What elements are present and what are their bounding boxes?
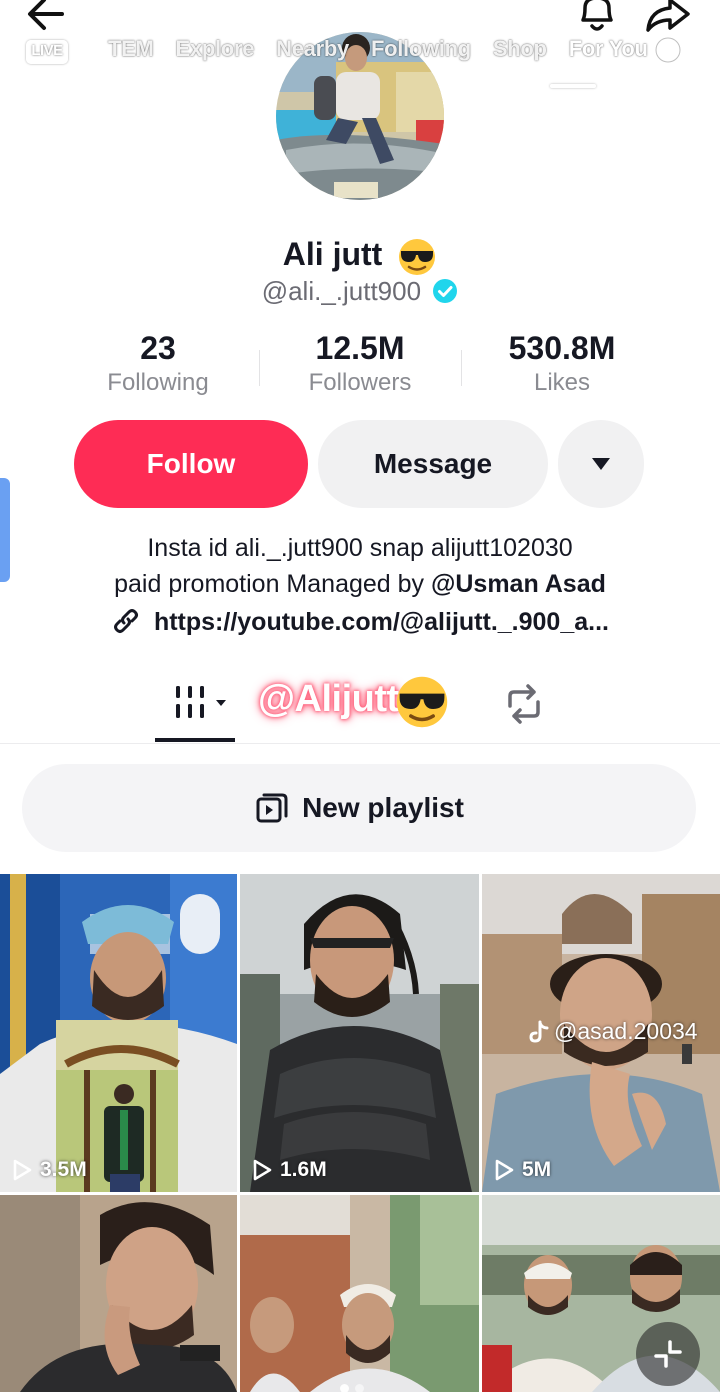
stat-label: Following — [107, 369, 209, 396]
stat-likes[interactable]: 530.8M Likes — [462, 330, 662, 397]
tab-tem[interactable]: TEM — [108, 36, 154, 70]
video-grid: 3.5M 1.6M 5M — [0, 874, 720, 1392]
link-icon — [114, 609, 138, 634]
playlist-icon — [256, 793, 288, 823]
stat-followers[interactable]: 12.5M Followers — [260, 330, 460, 397]
suggested-accounts-button[interactable] — [558, 420, 644, 508]
caret-down-icon — [592, 458, 610, 470]
verified-badge-icon — [433, 279, 458, 304]
play-icon — [13, 1159, 32, 1181]
tab-explore[interactable]: Explore — [176, 36, 255, 70]
stat-following[interactable]: 23 Following — [58, 330, 258, 397]
view-count: 3.5M — [12, 1158, 87, 1182]
new-playlist-button[interactable]: New playlist — [22, 764, 696, 852]
bell-icon[interactable] — [574, 0, 620, 38]
video-thumbnail[interactable] — [0, 1195, 237, 1392]
bio-link-row[interactable]: https://youtube.com/@alijutt._.900_a... — [0, 608, 720, 638]
bio-mention-link[interactable]: @Usman Asad — [431, 570, 606, 598]
sunglasses-emoji-icon — [396, 676, 448, 728]
stat-label: Followers — [308, 369, 412, 396]
creator-watermark-text: @Alijutt — [258, 678, 399, 720]
search-icon[interactable] — [650, 32, 692, 74]
top-nav: LIVE TEM Explore Nearby Following Shop F… — [0, 0, 720, 100]
view-count-text: 1.6M — [280, 1158, 327, 1181]
repost-tab-icon[interactable] — [500, 682, 548, 726]
follow-button[interactable]: Follow — [74, 420, 308, 508]
tab-following[interactable]: Following — [371, 36, 471, 70]
tab-for-you[interactable]: For You — [569, 36, 648, 70]
active-tab-indicator — [550, 84, 596, 88]
stat-label: Likes — [533, 369, 591, 396]
bio-link-text[interactable]: https://youtube.com/@alijutt._.900_a... — [154, 608, 609, 636]
play-icon — [495, 1159, 514, 1181]
live-button[interactable]: LIVE — [24, 34, 70, 68]
tiktok-logo-icon — [529, 1020, 549, 1043]
play-icon — [253, 1159, 272, 1181]
bio-line-2: paid promotion Managed by @Usman Asad — [0, 566, 720, 602]
profile-stats: 23 Following 12.5M Followers 530.8M Like… — [0, 330, 720, 410]
stat-value: 23 — [140, 330, 176, 366]
profile-handle: @ali._.jutt900 — [261, 276, 422, 306]
share-icon[interactable] — [644, 0, 692, 36]
stat-value: 12.5M — [315, 330, 405, 366]
video-thumbnail[interactable]: 3.5M — [0, 874, 237, 1192]
bio-line-1: Insta id ali._.jutt900 snap alijutt10203… — [147, 534, 573, 562]
message-button[interactable]: Message — [318, 420, 548, 508]
collapse-icon — [654, 1340, 682, 1368]
tiktok-watermark: @asad.20034 — [528, 1018, 698, 1045]
page-dot — [355, 1384, 364, 1392]
active-content-tab-indicator — [155, 738, 235, 742]
bio-line-2-text: paid promotion Managed by — [114, 570, 431, 598]
tab-nearby[interactable]: Nearby — [276, 36, 349, 70]
bio: Insta id ali._.jutt900 snap alijutt10203… — [0, 530, 720, 602]
view-count: 5M — [494, 1158, 551, 1182]
minimize-button[interactable] — [636, 1322, 700, 1386]
tiktok-watermark-text: @asad.20034 — [554, 1018, 698, 1044]
page-dot-active — [340, 1384, 349, 1392]
view-count: 1.6M — [252, 1158, 327, 1182]
content-tabs: @Alijutt — [0, 664, 720, 744]
profile-name-text: Ali jutt — [282, 236, 383, 272]
videos-grid-tab-icon[interactable] — [170, 682, 234, 726]
new-playlist-label: New playlist — [302, 792, 464, 823]
back-arrow-icon[interactable] — [22, 0, 70, 36]
video-thumbnail[interactable]: 1.6M — [240, 874, 479, 1192]
profile-name: Ali jutt — [0, 236, 720, 277]
stat-value: 530.8M — [508, 330, 616, 366]
page-indicator — [340, 1380, 380, 1392]
sunglasses-emoji-icon — [399, 238, 436, 275]
view-count-text: 3.5M — [40, 1158, 87, 1181]
view-count-text: 5M — [522, 1158, 552, 1181]
handle-row: @ali._.jutt900 — [0, 276, 720, 307]
feed-tabs: TEM Explore Nearby Following Shop For Yo… — [108, 36, 648, 70]
video-thumbnail[interactable] — [240, 1195, 479, 1392]
tab-shop[interactable]: Shop — [493, 36, 547, 70]
